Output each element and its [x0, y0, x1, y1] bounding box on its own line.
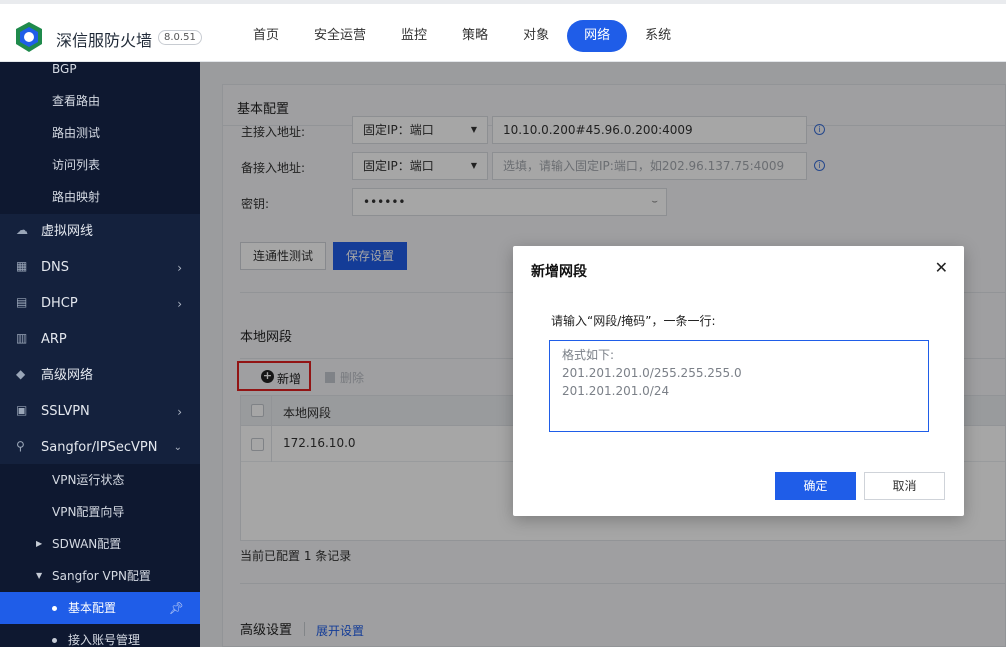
bullet-icon [52, 606, 57, 611]
pin-icon[interactable]: 📌︎ [169, 592, 184, 624]
sidebar-item-label: 基本配置 [68, 601, 117, 615]
sidebar-item-label: Sangfor VPN配置 [52, 569, 151, 583]
chevron-right-icon: › [177, 405, 182, 419]
browser-strip [0, 0, 1006, 4]
sangfor-logo-icon [16, 22, 42, 52]
sidebar-item-sdwan[interactable]: ▶ SDWAN配置 [0, 528, 200, 560]
nav-objects[interactable]: 对象 [506, 20, 566, 52]
sidebar: BGP 查看路由 路由测试 访问列表 路由映射 ☁ 虚拟网线 ▦ DNS › ▤… [0, 62, 200, 647]
nav-monitor[interactable]: 监控 [384, 20, 444, 52]
dns-icon: ▦ [16, 259, 28, 273]
chevron-right-icon: › [177, 261, 182, 275]
segment-textarea[interactable]: 格式如下: 201.201.201.0/255.255.255.0 201.20… [549, 340, 929, 432]
arp-icon: ▥ [16, 331, 28, 345]
sidebar-item-sslvpn[interactable]: ▣ SSLVPN › [0, 394, 200, 430]
sidebar-item-label: 高级网络 [41, 368, 94, 383]
sidebar-item-sangfor-vpn-config[interactable]: ▼ Sangfor VPN配置 [0, 560, 200, 592]
sidebar-item-bgp[interactable]: BGP [0, 53, 200, 85]
dialog-title: 新增网段 [531, 264, 587, 280]
sidebar-item-label: SDWAN配置 [52, 537, 122, 551]
sidebar-item-dns[interactable]: ▦ DNS › [0, 250, 200, 286]
sslvpn-icon: ▣ [16, 403, 28, 417]
cloud-icon: ☁ [16, 223, 28, 237]
nav-home[interactable]: 首页 [236, 20, 296, 52]
cancel-button[interactable]: 取消 [864, 472, 945, 500]
sidebar-item-advanced-network[interactable]: ◆ 高级网络 [0, 358, 200, 394]
version-badge: 8.0.51 [158, 30, 202, 45]
sidebar-item-label: 接入账号管理 [68, 633, 141, 647]
sidebar-item-access-list[interactable]: 访问列表 [0, 149, 200, 181]
brand-name: 深信服防火墙 [56, 31, 153, 50]
sidebar-item-view-route[interactable]: 查看路由 [0, 85, 200, 117]
sidebar-item-label: DNS [41, 260, 69, 275]
dhcp-icon: ▤ [16, 295, 28, 309]
sidebar-item-ipsecvpn[interactable]: ⚲ Sangfor/IPSecVPN ⌄ [0, 430, 200, 466]
sidebar-item-account-mgmt[interactable]: 接入账号管理 [0, 624, 200, 647]
chevron-down-icon: ⌄ [173, 442, 182, 453]
nav-security-ops[interactable]: 安全运营 [297, 20, 383, 52]
bullet-icon [52, 638, 57, 643]
sidebar-item-route-map[interactable]: 路由映射 [0, 181, 200, 213]
nav-system[interactable]: 系统 [628, 20, 688, 52]
sidebar-item-vpn-status[interactable]: VPN运行状态 [0, 464, 200, 496]
sidebar-item-virtual-wire[interactable]: ☁ 虚拟网线 [0, 214, 200, 250]
caret-right-icon: ▶ [36, 539, 43, 548]
caret-down-icon: ▼ [36, 571, 43, 580]
sidebar-item-label: DHCP [41, 296, 78, 311]
dialog-prompt: 请输入“网段/掩码”，一条一行: [551, 314, 716, 328]
nav-policy[interactable]: 策略 [445, 20, 505, 52]
add-segment-dialog: 新增网段 ✕ 请输入“网段/掩码”，一条一行: 格式如下: 201.201.20… [513, 246, 964, 516]
sidebar-item-vpn-wizard[interactable]: VPN配置向导 [0, 496, 200, 528]
sidebar-item-route-test[interactable]: 路由测试 [0, 117, 200, 149]
sidebar-item-label: Sangfor/IPSecVPN [41, 440, 158, 455]
nav-network[interactable]: 网络 [567, 20, 628, 52]
sidebar-item-label: 虚拟网线 [41, 224, 94, 239]
diamond-icon: ◆ [16, 367, 26, 381]
sidebar-item-arp[interactable]: ▥ ARP [0, 322, 200, 358]
sidebar-item-label: SSLVPN [41, 404, 90, 419]
sidebar-item-basic-config[interactable]: 基本配置 📌︎ [0, 592, 200, 624]
sidebar-item-dhcp[interactable]: ▤ DHCP › [0, 286, 200, 322]
network-icon: ⚲ [16, 439, 25, 453]
close-icon[interactable]: ✕ [935, 258, 948, 277]
sidebar-item-label: ARP [41, 332, 67, 347]
chevron-right-icon: › [177, 297, 182, 311]
confirm-button[interactable]: 确定 [775, 472, 856, 500]
main-nav: 首页 安全运营 监控 策略 对象 网络 系统 [236, 20, 689, 52]
